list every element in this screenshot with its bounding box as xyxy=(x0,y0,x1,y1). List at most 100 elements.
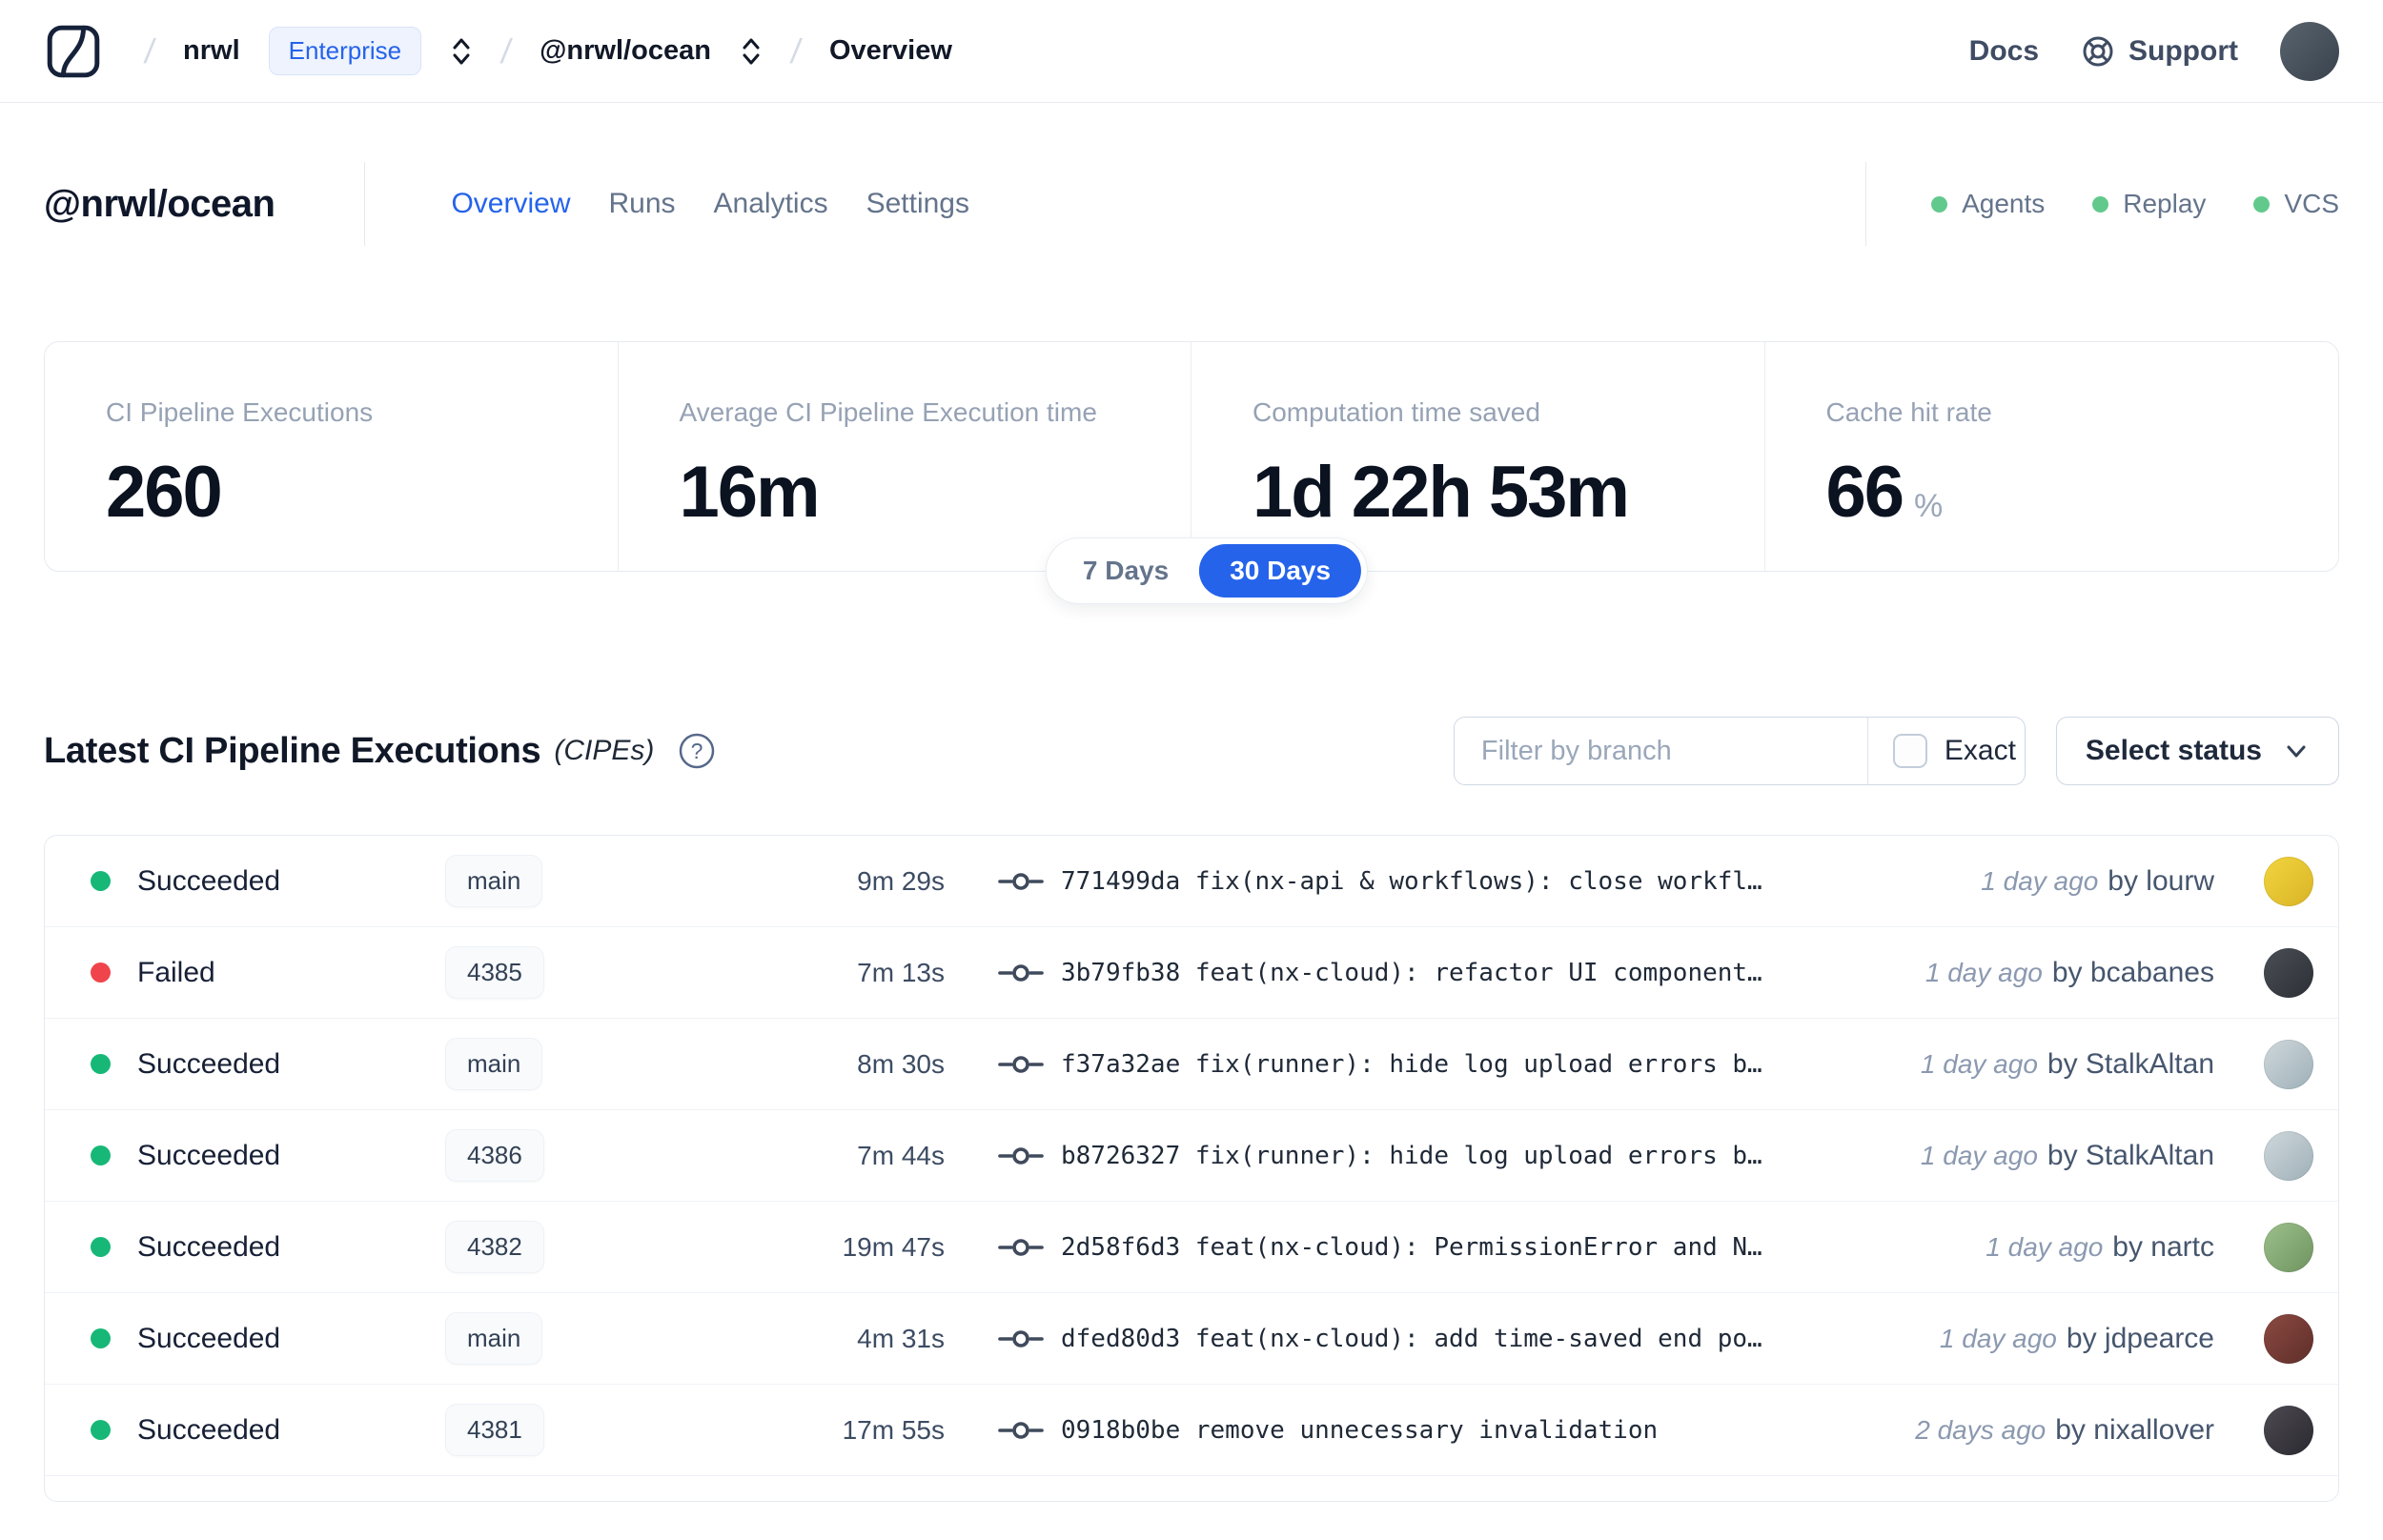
status-label: Succeeded xyxy=(137,864,281,897)
workspace-selector-chevrons-icon[interactable] xyxy=(740,34,763,69)
status-label: Succeeded xyxy=(137,1322,281,1354)
table-row[interactable]: Failed 4385 7m 13s 3b79fb38 feat(nx-clou… xyxy=(45,927,2338,1019)
flag-vcs: VCS xyxy=(2253,189,2339,219)
commit-icon xyxy=(998,1055,1044,1073)
author: by nartc xyxy=(2112,1230,2214,1263)
stat-average-execution-time: Average CI Pipeline Execution time 16m xyxy=(619,342,1192,571)
commit-message[interactable]: 3b79fb38 feat(nx-cloud): refactor UI com… xyxy=(1061,959,1818,987)
avatar xyxy=(2264,856,2313,906)
date-range-toggle: 7 Days 30 Days xyxy=(1045,537,1369,604)
commit-message[interactable]: dfed80d3 feat(nx-cloud): add time-saved … xyxy=(1061,1325,1818,1353)
table-row[interactable]: Succeeded 4386 7m 44s b8726327 fix(runne… xyxy=(45,1110,2338,1202)
exact-label: Exact xyxy=(1944,735,2016,766)
feature-flags: Agents Replay VCS xyxy=(1865,162,2339,246)
lifebuoy-icon xyxy=(2083,36,2113,66)
time-ago: 1 day ago xyxy=(1920,1140,2038,1170)
commit-message[interactable]: f37a32ae fix(runner): hide log upload er… xyxy=(1061,1050,1818,1079)
stat-cache-hit-rate: Cache hit rate 66% xyxy=(1825,397,1992,533)
duration: 8m 30s xyxy=(857,1048,945,1079)
branch-badge[interactable]: main xyxy=(445,1312,543,1365)
duration: 7m 44s xyxy=(857,1140,945,1170)
support-label: Support xyxy=(2128,34,2238,67)
branch-badge[interactable]: 4386 xyxy=(445,1129,544,1182)
table-row[interactable]: Succeeded 4381 17m 55s 0918b0be remove u… xyxy=(45,1385,2338,1476)
author: by lourw xyxy=(2108,864,2214,897)
range-7-days[interactable]: 7 Days xyxy=(1052,544,1199,598)
status-dot xyxy=(91,1420,111,1440)
flag-replay: Replay xyxy=(2092,189,2206,219)
branch-filter-group: Exact xyxy=(1453,717,2026,785)
author: by jdpearce xyxy=(2066,1322,2214,1354)
commit-message[interactable]: b8726327 fix(runner): hide log upload er… xyxy=(1061,1142,1818,1170)
nx-cloud-logo-icon[interactable] xyxy=(44,22,103,81)
time-ago: 2 days ago xyxy=(1915,1414,2047,1445)
stat-ci-pipeline-executions: CI Pipeline Executions 260 xyxy=(45,342,619,571)
commit-icon xyxy=(998,872,1044,890)
cipe-header: Latest CI Pipeline Executions (CIPEs) ? … xyxy=(44,717,2339,785)
duration: 9m 29s xyxy=(857,865,945,896)
commit-message[interactable]: 771499da fix(nx-api & workflows): close … xyxy=(1061,867,1818,896)
avatar xyxy=(2264,1039,2313,1089)
commit-icon xyxy=(998,1146,1044,1165)
time-ago: 1 day ago xyxy=(1986,1231,2104,1262)
author: by StalkAltan xyxy=(2047,1139,2214,1171)
breadcrumb-org[interactable]: nrwl xyxy=(183,35,240,67)
branch-badge[interactable]: 4385 xyxy=(445,946,544,999)
table-row[interactable]: Succeeded main 4m 31s dfed80d3 feat(nx-c… xyxy=(45,1293,2338,1385)
status-dot xyxy=(91,962,111,983)
status-label: Failed xyxy=(137,956,215,988)
user-avatar[interactable] xyxy=(2280,21,2339,81)
branch-badge[interactable]: 4382 xyxy=(445,1221,544,1273)
workspace-tabs: Overview Runs Analytics Settings xyxy=(451,188,969,220)
status-dot xyxy=(1931,195,1948,213)
status-label: Succeeded xyxy=(137,1047,281,1080)
time-ago: 1 day ago xyxy=(1920,1048,2038,1079)
table-row[interactable]: Succeeded main 8m 30s f37a32ae fix(runne… xyxy=(45,1019,2338,1110)
table-row[interactable]: Succeeded main 9m 29s 771499da fix(nx-ap… xyxy=(45,836,2338,927)
breadcrumb-workspace[interactable]: @nrwl/ocean xyxy=(540,35,711,67)
branch-badge[interactable]: 4381 xyxy=(445,1404,544,1456)
cipe-table: Succeeded main 9m 29s 771499da fix(nx-ap… xyxy=(44,835,2339,1502)
duration: 17m 55s xyxy=(842,1414,945,1445)
time-ago: 1 day ago xyxy=(1925,957,2043,987)
status-dot xyxy=(91,1054,111,1074)
top-nav: / nrwl Enterprise / @nrwl/ocean / Overvi… xyxy=(0,0,2383,103)
avatar xyxy=(2264,947,2313,998)
commit-message[interactable]: 0918b0be remove unnecessary invalidation xyxy=(1061,1416,1818,1445)
exact-checkbox[interactable] xyxy=(1892,734,1927,768)
duration: 19m 47s xyxy=(842,1231,945,1262)
status-label: Succeeded xyxy=(137,1413,281,1446)
tab-settings[interactable]: Settings xyxy=(866,188,969,220)
branch-badge[interactable]: main xyxy=(445,1038,543,1090)
docs-link[interactable]: Docs xyxy=(1969,35,2039,68)
workspace-header: @nrwl/ocean Overview Runs Analytics Sett… xyxy=(0,158,2383,250)
duration: 4m 31s xyxy=(857,1323,945,1353)
duration: 7m 13s xyxy=(857,957,945,987)
help-icon[interactable]: ? xyxy=(677,731,717,771)
range-30-days[interactable]: 30 Days xyxy=(1199,544,1362,598)
status-dot xyxy=(91,1145,111,1165)
branch-filter-input[interactable] xyxy=(1454,718,1868,784)
stats-section: CI Pipeline Executions 260 Average CI Pi… xyxy=(44,341,2339,604)
commit-message[interactable]: 2d58f6d3 feat(nx-cloud): PermissionError… xyxy=(1061,1233,1818,1262)
org-selector-chevrons-icon[interactable] xyxy=(450,34,473,69)
author: by bcabanes xyxy=(2051,956,2214,988)
tab-analytics[interactable]: Analytics xyxy=(714,188,828,220)
flag-agents: Agents xyxy=(1931,189,2045,219)
breadcrumb-divider: / xyxy=(499,30,515,71)
commit-icon xyxy=(998,1421,1044,1439)
branch-badge[interactable]: main xyxy=(445,855,543,907)
status-dot xyxy=(91,871,111,891)
tab-runs[interactable]: Runs xyxy=(608,188,675,220)
stat-computation-time-saved: Computation time saved 1d 22h 53m xyxy=(1192,342,1765,571)
table-row[interactable]: Succeeded 4382 19m 47s 2d58f6d3 feat(nx-… xyxy=(45,1202,2338,1293)
tab-overview[interactable]: Overview xyxy=(451,188,570,220)
avatar xyxy=(2264,1222,2313,1272)
author: by StalkAltan xyxy=(2047,1047,2214,1080)
time-ago: 1 day ago xyxy=(1981,865,2099,896)
percent-suffix: % xyxy=(1914,488,1944,524)
support-link[interactable]: Support xyxy=(2081,34,2238,69)
status-select-button[interactable]: Select status xyxy=(2055,717,2339,785)
svg-text:?: ? xyxy=(691,739,703,763)
status-dot xyxy=(91,1328,111,1348)
